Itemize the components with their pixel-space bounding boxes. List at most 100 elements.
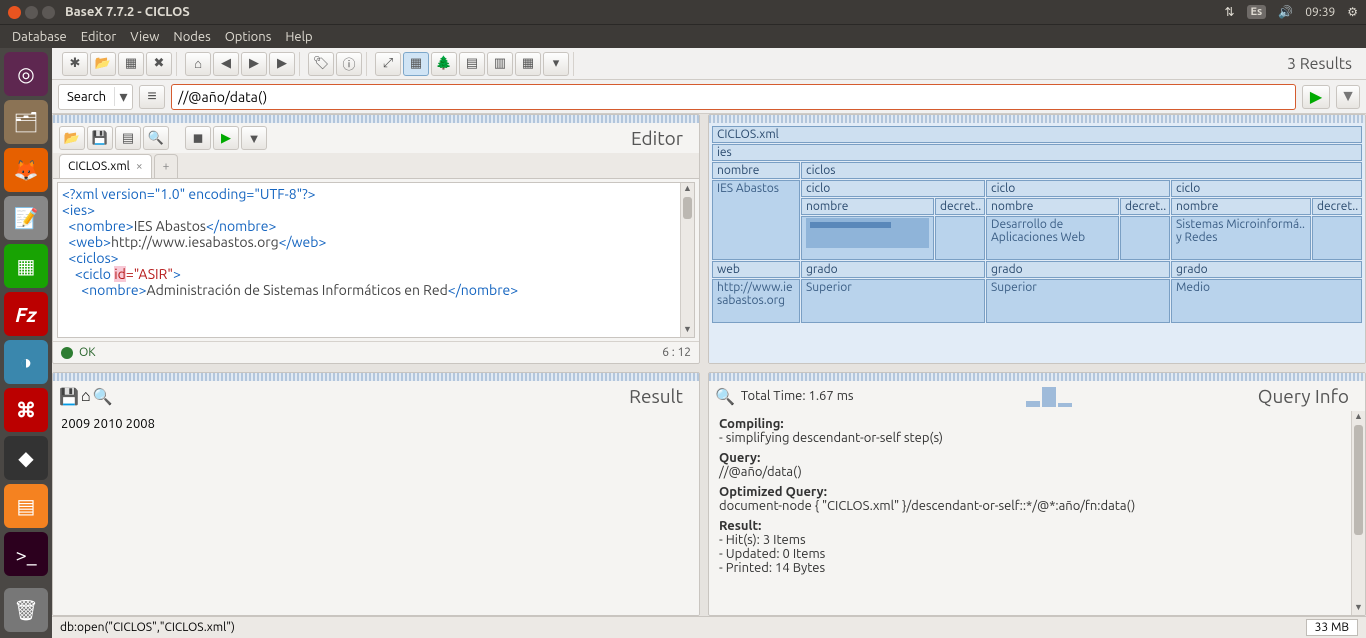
launcher-shapes-icon[interactable]: ◆ <box>4 436 48 480</box>
menu-view[interactable]: View <box>124 28 165 46</box>
total-time: Total Time: 1.67 ms <box>741 389 854 403</box>
editor-panel: 📂 💾 ▤ 🔍 ◼ ▶ ▼ Editor CICLOS.xml × + <?xm… <box>52 114 700 364</box>
open-file-icon[interactable]: 📂 <box>59 126 85 150</box>
map-view-icon[interactable]: ▦ <box>403 52 429 76</box>
launcher-dash-icon[interactable]: ◎ <box>4 52 48 96</box>
editor-status-bar: OK 6 : 12 <box>53 341 699 363</box>
status-text: db:open("CICLOS","CICLOS.xml") <box>60 621 235 634</box>
launcher-files-icon[interactable]: 🗂 <box>4 100 48 144</box>
menu-editor[interactable]: Editor <box>75 28 123 46</box>
result-text[interactable]: 2009 2010 2008 <box>53 411 699 615</box>
status-ok-icon <box>61 347 73 359</box>
editor-scrollbar[interactable]: ▲ ▼ <box>680 183 694 337</box>
save-result-icon[interactable]: 💾 <box>59 387 79 406</box>
horizontal-splitter[interactable] <box>52 364 1366 372</box>
launcher-rss-icon[interactable]: ▤ <box>4 484 48 528</box>
editor-view-icon[interactable]: ⤢ <box>375 52 401 76</box>
execute-button[interactable]: ▶ <box>1302 85 1330 109</box>
xquery-input[interactable] <box>171 84 1296 110</box>
close-tab-icon[interactable]: × <box>136 160 143 173</box>
qinfo-scrollbar[interactable]: ▲ ▼ <box>1351 411 1365 615</box>
panel-grip[interactable] <box>709 373 1365 381</box>
panel-grip[interactable] <box>53 373 699 381</box>
find-icon[interactable]: 🔍 <box>143 126 169 150</box>
result-panel: 💾 ⌂ 🔍 Result 2009 2010 2008 <box>52 372 700 616</box>
plot-view-icon[interactable]: ▥ <box>487 52 513 76</box>
window-close-button[interactable] <box>8 6 21 19</box>
network-icon[interactable]: ⇅ <box>1224 5 1234 19</box>
info-icon[interactable]: ⓘ <box>336 52 362 76</box>
run-icon[interactable]: ▶ <box>213 126 239 150</box>
search-bar: Search ▾ ≡ ▶ ▼ <box>52 80 1366 114</box>
explorer-view-icon[interactable]: ▾ <box>543 52 569 76</box>
home-icon[interactable]: ⌂ <box>185 52 211 76</box>
history-icon[interactable]: ≡ <box>139 85 165 109</box>
keyboard-indicator[interactable]: Es <box>1247 5 1267 19</box>
home-result-icon[interactable]: ⌂ <box>81 387 91 406</box>
chevron-down-icon: ▾ <box>114 87 132 106</box>
menu-options[interactable]: Options <box>219 28 278 46</box>
sound-icon[interactable]: 🔊 <box>1278 5 1293 19</box>
menu-nodes[interactable]: Nodes <box>167 28 216 46</box>
launcher-terminal-icon[interactable]: >_ <box>4 532 48 576</box>
tag-icon[interactable]: 🏷 <box>308 52 334 76</box>
table-view-icon[interactable]: ▦ <box>515 52 541 76</box>
menu-bar: Database Editor View Nodes Options Help <box>0 24 1366 48</box>
launcher-firefox-icon[interactable]: 🦊 <box>4 148 48 192</box>
clock[interactable]: 09:39 <box>1305 6 1335 19</box>
editor-panel-title: Editor <box>631 127 693 149</box>
back-icon[interactable]: ◀ <box>213 52 239 76</box>
qinfo-panel-title: Query Info <box>1258 385 1359 407</box>
code-editor[interactable]: <?xml version="1.0" encoding="UTF-8"?> <… <box>57 182 695 338</box>
system-tray: ⇅ Es 🔊 09:39 ⚙ <box>1224 5 1358 19</box>
window-title: BaseX 7.7.2 - CICLOS <box>65 5 190 19</box>
launcher-basex-icon[interactable]: ⌘ <box>4 388 48 432</box>
query-info-panel: 🔍 Total Time: 1.67 ms Query Info Compili… <box>708 372 1366 616</box>
main-toolbar: ✱ 📂 ▦ ✖ ⌂ ◀ ▶ ▶ 🏷 ⓘ ⤢ ▦ 🌲 ▤ ▥ ▦ ▾ 3 Resu… <box>52 48 1366 80</box>
map-view[interactable]: CICLOS.xml ies nombre ciclos IES Abastos… <box>709 123 1365 363</box>
find-result-icon[interactable]: 🔍 <box>93 387 113 406</box>
panel-grip[interactable] <box>709 115 1365 123</box>
result-count: 3 Results <box>1287 55 1360 73</box>
new-db-icon[interactable]: ✱ <box>62 52 88 76</box>
query-info-text[interactable]: Compiling:- simplifying descendant-or-se… <box>709 411 1365 615</box>
launcher-calc-icon[interactable]: ▦ <box>4 244 48 288</box>
open-db-icon[interactable]: 📂 <box>90 52 116 76</box>
editor-tab-bar: CICLOS.xml × + <box>53 153 699 179</box>
close-db-icon[interactable]: ✖ <box>146 52 172 76</box>
menu-help[interactable]: Help <box>279 28 318 46</box>
memory-indicator[interactable]: 33 MB <box>1306 619 1358 636</box>
find-qinfo-icon[interactable]: 🔍 <box>715 387 735 406</box>
cursor-position: 6 : 12 <box>662 346 691 359</box>
launcher-gedit-icon[interactable]: 📝 <box>4 196 48 240</box>
menu-database[interactable]: Database <box>6 28 73 46</box>
unity-launcher: ◎ 🗂 🦊 📝 ▦ Fz ◑ ⌘ ◆ ▤ >_ 🗑 <box>0 48 52 638</box>
timing-chart <box>1026 385 1086 407</box>
up-icon[interactable]: ▶ <box>269 52 295 76</box>
search-mode-select[interactable]: Search ▾ <box>58 84 133 110</box>
vertical-splitter[interactable] <box>700 114 708 364</box>
launcher-trash-icon[interactable]: 🗑 <box>4 588 48 632</box>
stop-icon[interactable]: ◼ <box>185 126 211 150</box>
save-file-icon[interactable]: 💾 <box>87 126 113 150</box>
vertical-splitter[interactable] <box>700 372 708 616</box>
filter-icon[interactable]: ▼ <box>1336 85 1360 109</box>
window-minimize-button[interactable] <box>25 6 38 19</box>
map-view-panel: CICLOS.xml ies nombre ciclos IES Abastos… <box>708 114 1366 364</box>
forward-icon[interactable]: ▶ <box>241 52 267 76</box>
launcher-empathy-icon[interactable]: ◑ <box>4 340 48 384</box>
panel-grip[interactable] <box>53 115 699 123</box>
gear-icon[interactable]: ⚙ <box>1347 5 1358 19</box>
window-maximize-button[interactable] <box>42 6 55 19</box>
properties-icon[interactable]: ▦ <box>118 52 144 76</box>
new-tab-button[interactable]: + <box>154 154 179 178</box>
status-bar: db:open("CICLOS","CICLOS.xml") 33 MB <box>52 616 1366 638</box>
tree-view-icon[interactable]: 🌲 <box>431 52 457 76</box>
history-file-icon[interactable]: ▤ <box>115 126 141 150</box>
editor-tab[interactable]: CICLOS.xml × <box>59 154 152 178</box>
result-panel-title: Result <box>629 385 693 407</box>
launcher-filezilla-icon[interactable]: Fz <box>4 292 48 336</box>
filter-editor-icon[interactable]: ▼ <box>241 126 267 150</box>
system-bar: BaseX 7.7.2 - CICLOS ⇅ Es 🔊 09:39 ⚙ <box>0 0 1366 24</box>
folder-view-icon[interactable]: ▤ <box>459 52 485 76</box>
